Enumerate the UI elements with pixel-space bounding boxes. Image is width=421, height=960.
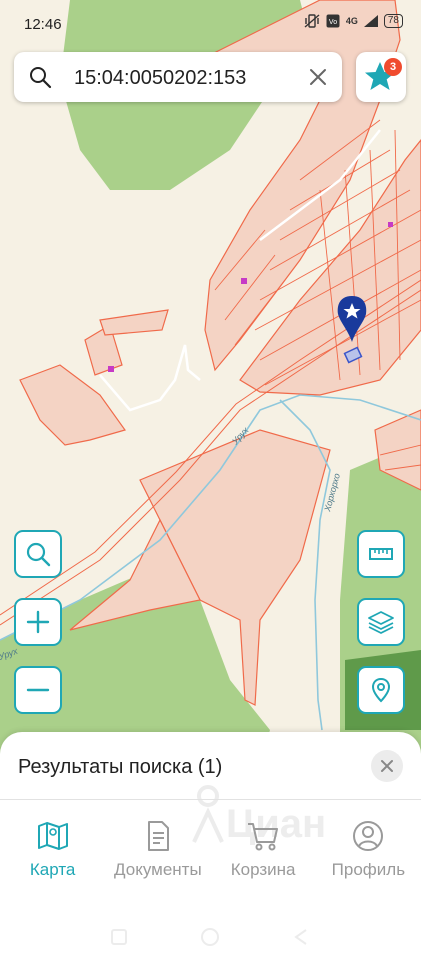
tab-documents[interactable]: Документы [105, 814, 210, 884]
layers-button[interactable] [357, 598, 405, 646]
search-results-title: Результаты поиска (1) [18, 756, 223, 778]
bottom-tab-bar: Карта Документы Корзина Профиль [0, 814, 421, 884]
status-bar: 12:46 Vo 4G 78 [0, 0, 421, 48]
status-time: 12:46 [24, 16, 62, 33]
document-icon [147, 821, 169, 851]
zoom-out-button[interactable] [14, 666, 62, 714]
map-icon [37, 822, 68, 850]
minus-icon [26, 688, 50, 692]
tab-label: Корзина [230, 860, 296, 879]
divider [0, 799, 421, 800]
search-input[interactable] [72, 61, 306, 95]
network-type: 4G [345, 16, 358, 26]
map-search-button[interactable] [14, 530, 62, 578]
favorites-count-badge: 3 [384, 58, 402, 76]
tab-label: Документы [114, 860, 202, 879]
signal-icon [363, 15, 378, 27]
tab-label: Карта [29, 860, 76, 879]
plus-icon [26, 610, 50, 634]
my-location-button[interactable] [357, 666, 405, 714]
cart-icon [248, 823, 279, 851]
recents-icon[interactable] [111, 929, 127, 945]
home-icon[interactable] [201, 928, 219, 946]
favorites-button[interactable]: 3 [356, 52, 406, 102]
battery-level: 78 [383, 14, 403, 28]
location-icon [371, 677, 391, 703]
profile-icon [353, 821, 384, 851]
zoom-in-button[interactable] [14, 598, 62, 646]
poi-marker [388, 222, 393, 227]
search-bar[interactable] [14, 52, 342, 102]
status-icons: Vo 4G 78 [304, 14, 403, 28]
close-icon[interactable] [306, 65, 330, 89]
poi-marker [241, 278, 247, 284]
vibrate-icon [304, 14, 320, 28]
search-icon [30, 67, 52, 89]
ruler-button[interactable] [357, 530, 405, 578]
search-results-sheet[interactable]: Циан Результаты поиска (1) Карта Докумен… [0, 732, 421, 960]
layers-icon [368, 611, 394, 634]
close-icon [381, 760, 393, 772]
poi-marker [108, 366, 114, 372]
search-icon [26, 542, 51, 567]
tab-map[interactable]: Карта [0, 814, 105, 884]
tab-cart[interactable]: Корзина [211, 814, 316, 884]
svg-text:Vo: Vo [329, 19, 337, 26]
system-nav-icons [111, 928, 307, 946]
back-icon[interactable] [294, 929, 307, 945]
system-nav-bar [0, 922, 421, 952]
volte-icon: Vo [326, 14, 340, 28]
tab-label: Профиль [331, 860, 406, 879]
ruler-icon [369, 548, 393, 560]
close-sheet-button[interactable] [371, 750, 403, 782]
tab-profile[interactable]: Профиль [316, 814, 421, 884]
